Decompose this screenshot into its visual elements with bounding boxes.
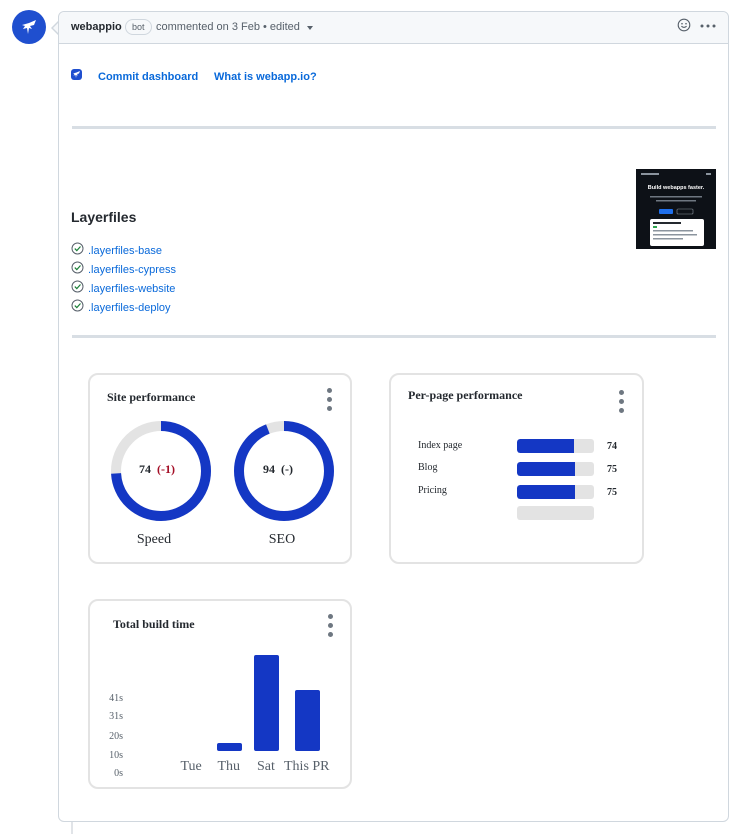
seo-value: 94 (-) [263,462,293,477]
build-time-chart: 0s 10s 20s 31s 41s Tue Thu Sat This PR [90,601,350,787]
x-tick-label: Tue [180,759,202,774]
speed-value: 74 (-1) [139,462,175,477]
per-page-label: Index page [418,440,463,451]
speed-delta: (-1) [157,462,175,476]
check-circle-icon [71,242,84,255]
per-page-value: 75 [607,464,617,475]
check-circle-icon [71,261,84,274]
bot-badge: bot [125,19,152,35]
y-tick-label: 20s [109,731,123,743]
build-time-card: Total build time 0s 10s 20s 31s 41s Tue Thu Sat… [88,599,352,789]
divider [72,335,716,338]
comment-header: webappio bot commented on 3 Feb • edited [59,12,728,44]
preview-headline: Build webapps faster. [648,185,705,191]
x-tick-label: Sat [257,759,275,774]
layerfile-name[interactable]: .layerfiles-cypress [88,264,176,276]
speed-score: 74 [139,462,151,476]
build-time-bar[interactable] [216,743,242,751]
per-page-empty-bar [517,506,594,520]
x-tick-label: This PR [284,759,330,774]
per-page-bar-track [517,462,594,476]
per-page-label: Pricing [418,485,447,496]
per-page-performance-card: Per-page performance Index page 74 Blog … [389,373,644,564]
what-is-webappio-link[interactable]: What is webapp.io? [214,71,317,83]
speed-label: Speed [136,532,172,547]
y-tick-label: 10s [109,749,123,761]
per-page-title: Per-page performance [408,388,523,402]
per-page-bar-track [517,485,594,499]
comment-meta[interactable]: commented on 3 Feb • edited [156,21,300,33]
smiley-icon[interactable] [677,18,691,32]
kebab-vertical-icon[interactable] [326,388,334,414]
layerfile-name[interactable]: .layerfiles-website [88,283,175,295]
per-page-bar [517,439,574,453]
build-time-bar[interactable] [253,655,279,751]
y-tick-label: 41s [109,693,123,704]
commit-dashboard-link[interactable]: Commit dashboard [98,71,198,83]
webappio-small-logo-icon [71,69,82,80]
author-link[interactable]: webappio [71,21,122,33]
layerfile-name[interactable]: .layerfiles-deploy [88,302,171,314]
per-page-label: Blog [418,462,438,473]
check-circle-icon [71,280,84,293]
check-circle-icon [71,299,84,312]
site-performance-card: Site performance 74 (-1) Speed 94 (-) SE… [88,373,352,564]
layerfile-name[interactable]: .layerfiles-base [88,245,162,257]
seo-label: SEO [268,532,296,547]
y-tick-label: 31s [109,711,123,723]
x-tick-label: Thu [217,759,241,774]
seo-delta: (-) [281,462,293,476]
build-time-bar[interactable] [294,689,320,751]
y-tick-label: 0s [114,768,123,779]
per-page-value: 75 [607,487,617,498]
layerfiles-title: Layerfiles [71,209,137,225]
comment-box: webappio bot commented on 3 Feb • edited… [58,11,729,822]
seo-score: 94 [263,462,275,476]
webappio-logo-icon [22,20,36,34]
preview-graphic: Build webapps faster. [636,169,716,249]
per-page-bar [517,485,575,499]
kebab-horizontal-icon[interactable] [699,18,717,34]
per-page-value: 74 [607,441,617,452]
chevron-down-icon[interactable] [307,26,313,30]
divider [72,126,716,129]
timeline-line [71,820,73,834]
per-page-bar [517,462,575,476]
per-page-bar-track [517,439,594,453]
webappio-preview-image[interactable]: Build webapps faster. [636,169,716,249]
avatar[interactable] [12,10,46,44]
site-performance-title: Site performance [107,390,196,404]
kebab-vertical-icon[interactable] [618,390,626,416]
